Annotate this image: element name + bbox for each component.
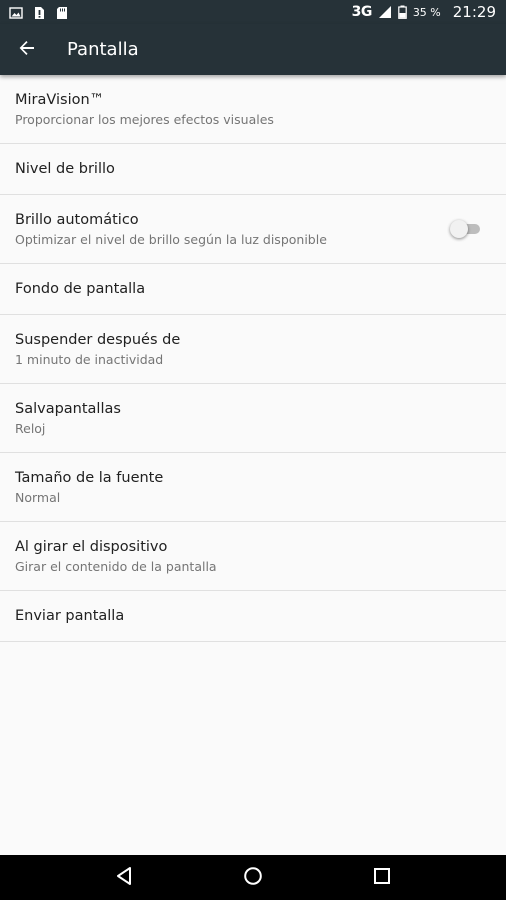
arrow-back-icon	[18, 39, 36, 61]
setting-title: Nivel de brillo	[15, 161, 115, 177]
nav-home-button[interactable]	[233, 858, 273, 898]
setting-auto-brightness[interactable]: Brillo automático Optimizar el nivel de …	[0, 195, 506, 264]
setting-miravision[interactable]: MiraVision™ Proporcionar los mejores efe…	[0, 75, 506, 144]
auto-brightness-switch[interactable]	[450, 220, 480, 238]
setting-wallpaper[interactable]: Fondo de pantalla	[0, 264, 506, 315]
setting-font-size[interactable]: Tamaño de la fuente Normal	[0, 453, 506, 522]
setting-subtitle: Girar el contenido de la pantalla	[15, 558, 217, 574]
navigation-bar	[0, 855, 506, 900]
setting-subtitle: Proporcionar los mejores efectos visuale…	[15, 111, 274, 127]
setting-title: Suspender después de	[15, 331, 181, 348]
setting-cast-screen[interactable]: Enviar pantalla	[0, 591, 506, 642]
nav-recents-button[interactable]	[362, 858, 402, 898]
sd-card-icon	[55, 5, 69, 19]
image-notification-icon	[9, 5, 23, 19]
setting-sleep[interactable]: Suspender después de 1 minuto de inactiv…	[0, 315, 506, 384]
setting-brightness-level[interactable]: Nivel de brillo	[0, 144, 506, 195]
nav-recents-icon	[373, 867, 391, 889]
setting-subtitle: Reloj	[15, 420, 46, 436]
page-title: Pantalla	[67, 39, 139, 60]
setting-screensaver[interactable]: Salvapantallas Reloj	[0, 384, 506, 453]
nav-back-button[interactable]	[104, 858, 144, 898]
switch-thumb	[450, 220, 468, 238]
setting-subtitle: Optimizar el nivel de brillo según la lu…	[15, 231, 327, 247]
alert-notification-icon	[32, 5, 46, 19]
setting-title: Fondo de pantalla	[15, 281, 146, 297]
settings-list: MiraVision™ Proporcionar los mejores efe…	[0, 75, 506, 642]
battery-percent: 35 %	[412, 5, 441, 19]
clock: 21:29	[452, 3, 496, 21]
setting-rotation[interactable]: Al girar el dispositivo Girar el conteni…	[0, 522, 506, 591]
status-bar-system: 3G 35 % 21:29	[352, 3, 496, 21]
setting-title: Salvapantallas	[15, 400, 121, 417]
battery-icon	[398, 5, 407, 19]
nav-back-icon	[115, 866, 133, 890]
nav-home-icon	[243, 866, 263, 890]
back-button[interactable]	[0, 24, 54, 75]
signal-icon	[378, 5, 392, 19]
setting-title: Al girar el dispositivo	[15, 538, 168, 555]
setting-subtitle: 1 minuto de inactividad	[15, 351, 164, 367]
status-bar: 3G 35 % 21:29	[0, 0, 506, 24]
setting-subtitle: Normal	[15, 489, 61, 505]
network-type: 3G	[351, 4, 373, 20]
setting-title: Enviar pantalla	[15, 608, 125, 624]
status-bar-notifications	[9, 5, 69, 19]
app-bar: Pantalla	[0, 24, 506, 75]
setting-title: MiraVision™	[15, 91, 105, 108]
setting-title: Brillo automático	[15, 211, 139, 228]
setting-title: Tamaño de la fuente	[15, 469, 164, 486]
